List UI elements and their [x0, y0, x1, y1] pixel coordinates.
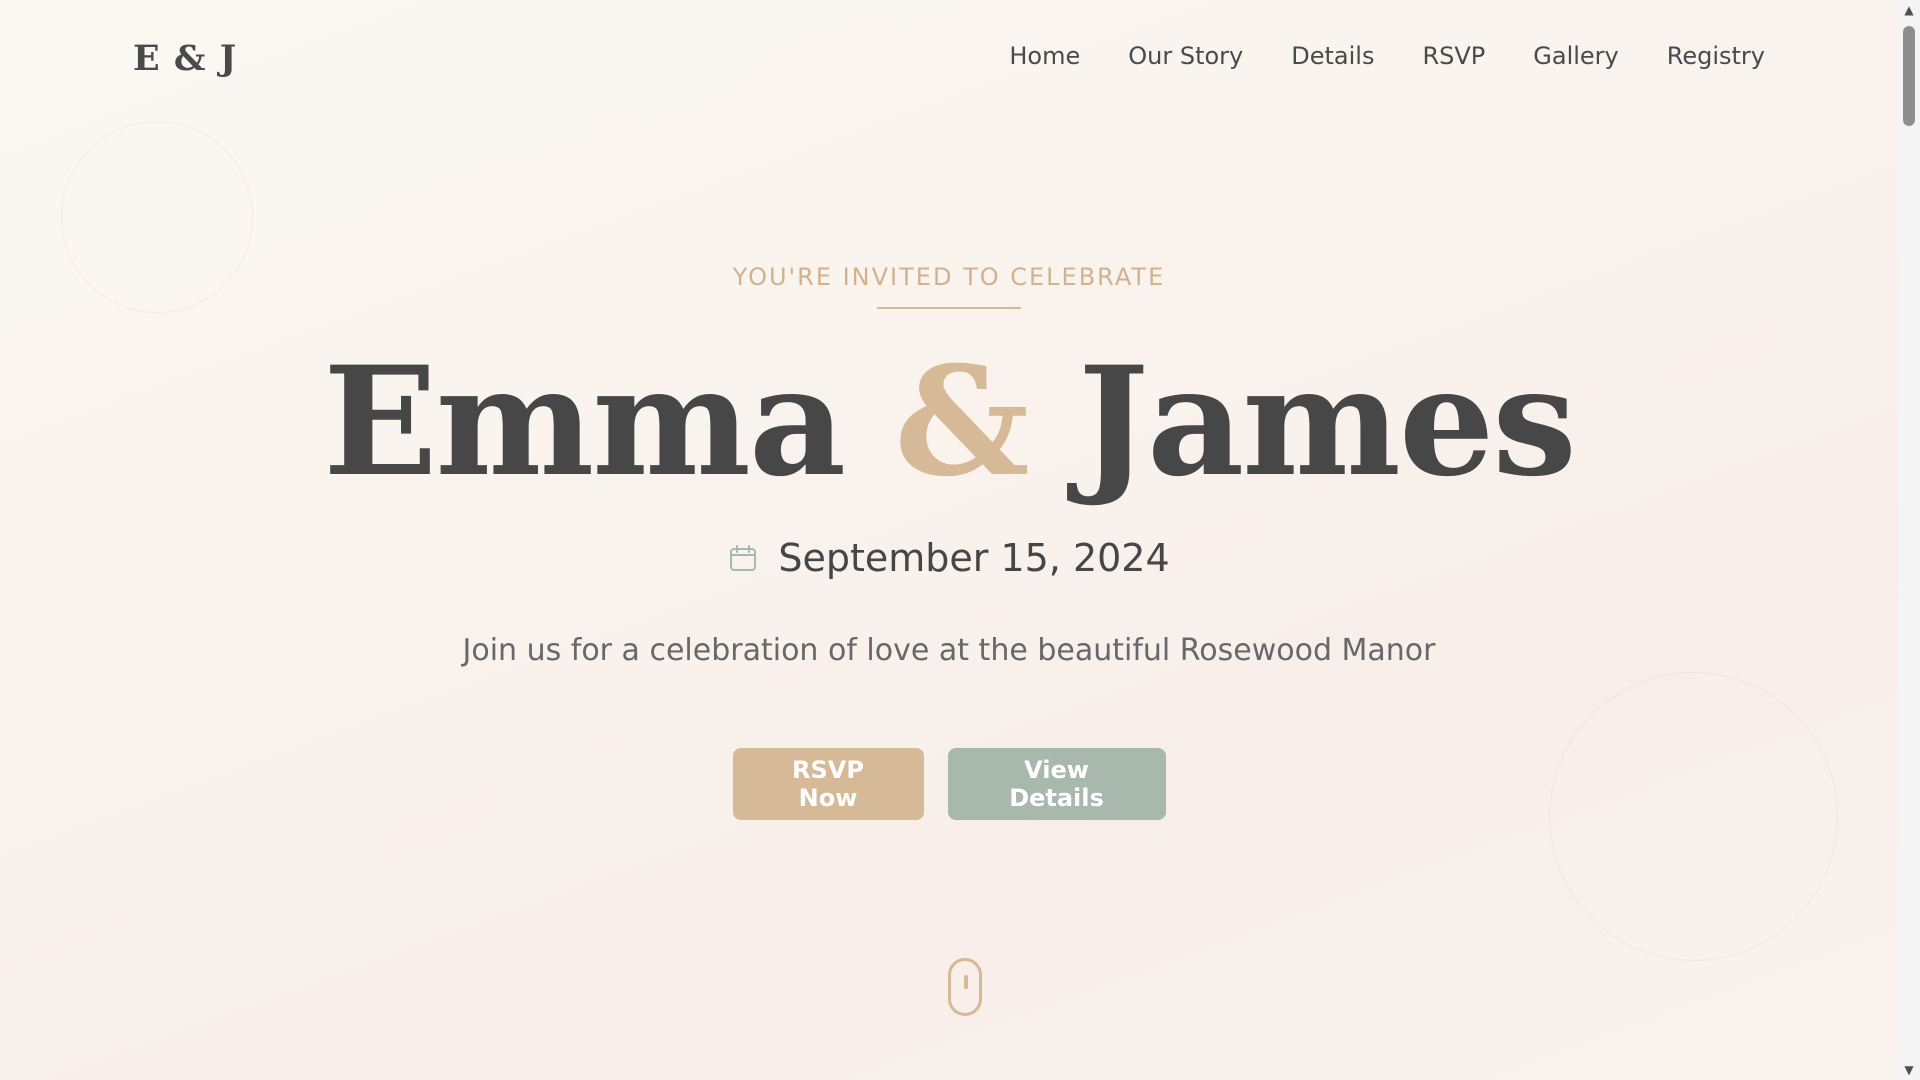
hero-actions: RSVP Now View Details — [0, 748, 1898, 820]
nav-link-registry[interactable]: Registry — [1667, 42, 1765, 70]
hero-eyebrow: YOU'RE INVITED TO CELEBRATE — [732, 263, 1166, 291]
site-logo[interactable]: E & J — [133, 38, 237, 79]
scrollbar-thumb[interactable] — [1903, 26, 1915, 126]
page: E & J Home Our Story Details RSVP Galler… — [0, 0, 1898, 1080]
wedding-date-row: September 15, 2024 — [0, 536, 1898, 580]
wedding-date: September 15, 2024 — [778, 536, 1170, 580]
nav-item-our-story: Our Story — [1128, 42, 1243, 70]
nav-link-gallery[interactable]: Gallery — [1533, 42, 1618, 70]
nav-link-details[interactable]: Details — [1291, 42, 1374, 70]
name-two: James — [1078, 334, 1577, 510]
hero-tagline: Join us for a celebration of love at the… — [462, 633, 1436, 668]
nav-link-rsvp[interactable]: RSVP — [1422, 42, 1485, 70]
eyebrow-divider — [877, 307, 1021, 309]
scroll-down-arrow-icon[interactable]: ▼ — [1898, 1060, 1920, 1080]
rsvp-now-button[interactable]: RSVP Now — [732, 748, 924, 820]
name-one: Emma — [323, 334, 846, 510]
nav-link-home[interactable]: Home — [1009, 42, 1080, 70]
couple-names: Emma & James — [0, 340, 1898, 505]
nav-item-details: Details — [1291, 42, 1374, 70]
nav-item-home: Home — [1009, 42, 1080, 70]
nav-item-registry: Registry — [1667, 42, 1765, 70]
main-nav: Home Our Story Details RSVP Gallery Regi… — [1009, 42, 1765, 70]
scroll-up-arrow-icon[interactable]: ▲ — [1898, 0, 1920, 20]
calendar-icon — [728, 543, 758, 573]
mouse-scroll-icon[interactable] — [948, 958, 982, 1016]
names-ampersand: & — [894, 334, 1029, 510]
vertical-scrollbar[interactable]: ▲ ▼ — [1898, 0, 1920, 1080]
nav-link-our-story[interactable]: Our Story — [1128, 42, 1243, 70]
mouse-scroll-wheel — [964, 975, 968, 989]
nav-item-rsvp: RSVP — [1422, 42, 1485, 70]
view-details-button[interactable]: View Details — [947, 748, 1166, 820]
nav-item-gallery: Gallery — [1533, 42, 1618, 70]
